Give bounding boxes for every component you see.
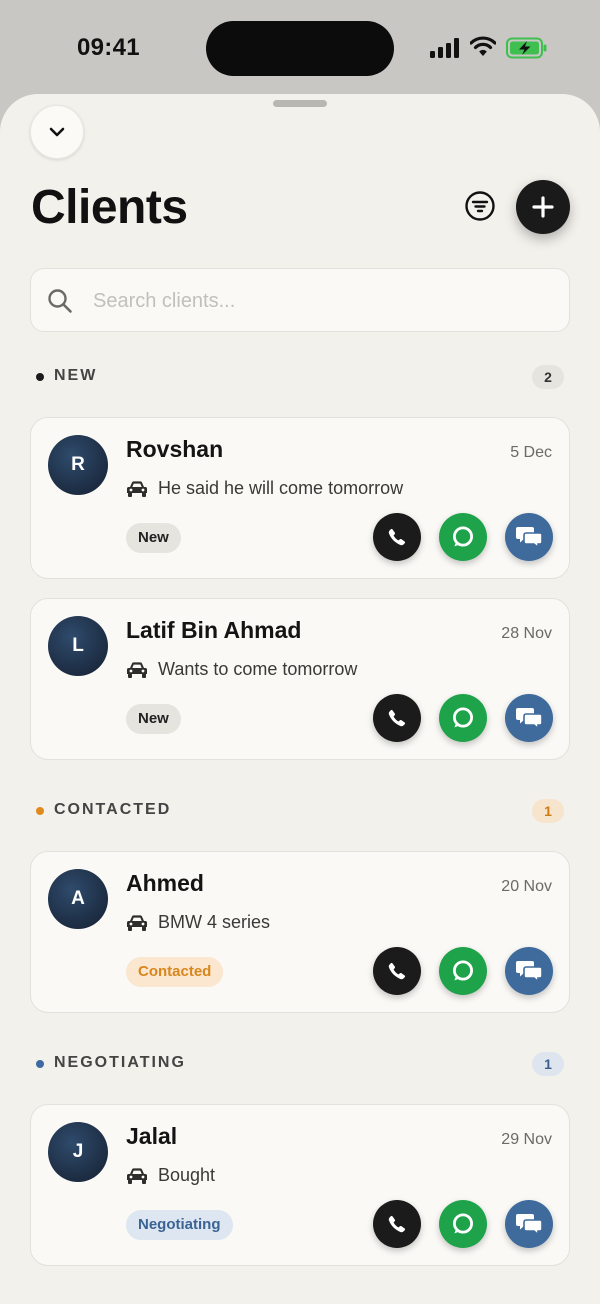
whatsapp-button[interactable] [439, 513, 487, 561]
section-count-badge: 1 [532, 1052, 564, 1076]
call-button[interactable] [373, 694, 421, 742]
sheet-grabber[interactable] [273, 100, 327, 107]
add-client-button[interactable] [516, 180, 570, 234]
client-name: Rovshan [126, 436, 224, 462]
car-icon-wrap [126, 661, 148, 684]
client-date: 28 Nov [501, 625, 552, 642]
whatsapp-icon [452, 960, 474, 981]
car-icon-wrap [126, 480, 148, 503]
page-title: Clients [31, 181, 188, 234]
phone-icon [388, 528, 406, 546]
filter-icon [465, 191, 495, 221]
search-input[interactable] [91, 283, 555, 319]
section-status-dot [36, 807, 44, 815]
whatsapp-button[interactable] [439, 947, 487, 995]
message-button[interactable] [505, 947, 553, 995]
client-note-text: BMW 4 series [158, 912, 271, 932]
status-badge: New [126, 523, 181, 553]
phone-icon [388, 709, 406, 727]
cellular-signal-icon [430, 38, 459, 58]
section-label: CONTACTED [54, 801, 172, 818]
message-button[interactable] [505, 694, 553, 742]
car-icon [127, 1168, 147, 1184]
chevron-down-icon [49, 127, 65, 137]
message-button[interactable] [505, 1200, 553, 1248]
filter-button[interactable] [463, 189, 497, 223]
car-icon [127, 915, 147, 931]
section-count-badge: 2 [532, 365, 564, 389]
client-card[interactable]: J Jalal 29 Nov Bought Negotiating [30, 1104, 570, 1266]
section-header-new: NEW 2 [36, 364, 564, 390]
phone-icon [388, 962, 406, 980]
battery-charging-icon [506, 37, 547, 59]
avatar: L [48, 616, 108, 676]
wifi-icon [470, 36, 496, 56]
section-header-contacted: CONTACTED 1 [36, 798, 564, 824]
section-header-negotiating: NEGOTIATING 1 [36, 1051, 564, 1077]
section-label: NEW [54, 367, 98, 384]
search-icon [48, 289, 72, 313]
status-time: 09:41 [77, 34, 140, 61]
message-button[interactable] [505, 513, 553, 561]
car-icon-wrap [126, 1167, 148, 1190]
phone-icon [388, 1215, 406, 1233]
avatar: J [48, 1122, 108, 1182]
client-name: Ahmed [126, 870, 204, 896]
avatar: A [48, 869, 108, 929]
status-bar: 09:41 [0, 0, 600, 94]
client-date: 5 Dec [510, 444, 552, 461]
client-card[interactable]: R Rovshan 5 Dec He said he will come tomorr… [30, 417, 570, 579]
car-icon [127, 662, 147, 678]
whatsapp-button[interactable] [439, 1200, 487, 1248]
client-name: Jalal [126, 1123, 178, 1149]
clients-sheet: Clients NEW 2 R Rovshan 5 Dec He said he will… [0, 94, 600, 1304]
call-button[interactable] [373, 513, 421, 561]
client-name: Latif Bin Ahmad [126, 617, 302, 643]
chat-bubbles-icon [516, 1214, 543, 1236]
chat-bubbles-icon [516, 527, 543, 549]
section-label: NEGOTIATING [54, 1054, 186, 1071]
call-button[interactable] [373, 947, 421, 995]
client-card[interactable]: A Ahmed 20 Nov BMW 4 series Contacted [30, 851, 570, 1013]
dynamic-island [206, 21, 394, 76]
status-badge: Negotiating [126, 1210, 233, 1240]
section-status-dot [36, 373, 44, 381]
whatsapp-icon [452, 1213, 474, 1234]
whatsapp-icon [452, 526, 474, 547]
section-status-dot [36, 1060, 44, 1068]
whatsapp-button[interactable] [439, 694, 487, 742]
call-button[interactable] [373, 1200, 421, 1248]
status-badge: Contacted [126, 957, 224, 987]
plus-icon [532, 196, 554, 218]
client-card[interactable]: L Latif Bin Ahmad 28 Nov Wants to come tomo… [30, 598, 570, 760]
status-badge: New [126, 704, 181, 734]
search-bar [30, 268, 570, 332]
client-date: 29 Nov [501, 1131, 552, 1148]
client-note-text: Bought [158, 1165, 216, 1185]
collapse-button[interactable] [30, 105, 84, 159]
avatar: R [48, 435, 108, 495]
car-icon [127, 481, 147, 497]
section-count-badge: 1 [532, 799, 564, 823]
client-note-text: He said he will come tomorrow [158, 478, 404, 498]
whatsapp-icon [452, 707, 474, 728]
chat-bubbles-icon [516, 708, 543, 730]
client-note-text: Wants to come tomorrow [158, 659, 358, 679]
chat-bubbles-icon [516, 961, 543, 983]
client-date: 20 Nov [501, 878, 552, 895]
car-icon-wrap [126, 914, 148, 937]
